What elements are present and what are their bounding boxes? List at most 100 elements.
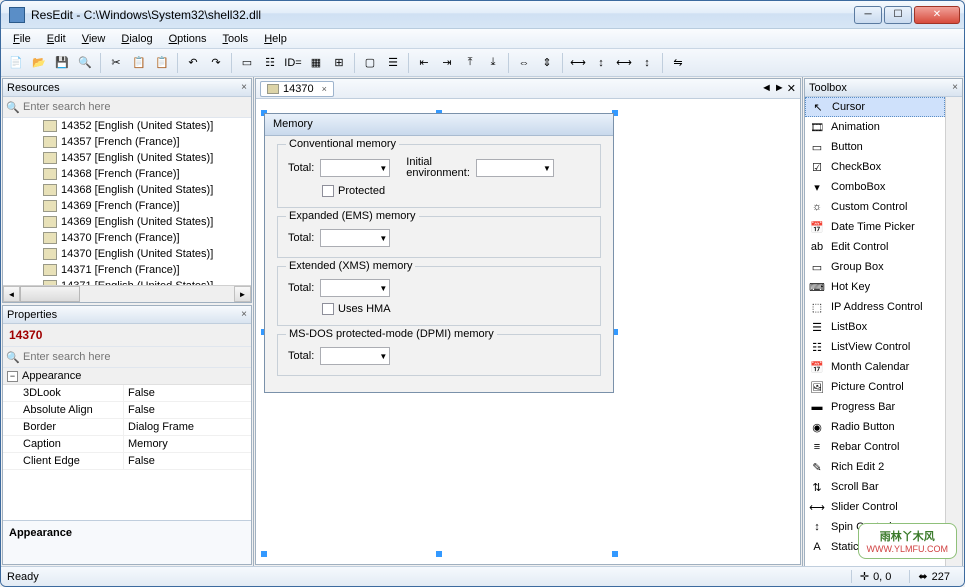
property-row[interactable]: Client EdgeFalse	[3, 453, 251, 470]
toolbox-item[interactable]: ↖Cursor	[805, 97, 945, 117]
save-button[interactable]: 💾	[51, 52, 73, 74]
menu-help[interactable]: Help	[256, 31, 295, 47]
dialog-canvas[interactable]: Memory Conventional memory Total: ▼ Init…	[256, 99, 800, 564]
properties-close-icon[interactable]: ×	[241, 309, 247, 320]
toolbox-item[interactable]: ⟷Slider Control	[805, 497, 945, 517]
align-button[interactable]: ☰	[382, 52, 404, 74]
new-button[interactable]: 📄	[5, 52, 27, 74]
menu-tools[interactable]: Tools	[215, 31, 257, 47]
toolbox-item[interactable]: ≡Rebar Control	[805, 437, 945, 457]
center-h-button[interactable]: ⇔	[513, 52, 535, 74]
toolbox-item[interactable]: ⌨Hot Key	[805, 277, 945, 297]
toolbox-scrollbar[interactable]	[945, 97, 962, 566]
initial-env-combo[interactable]: ▼	[476, 159, 554, 177]
protected-checkbox[interactable]: Protected	[322, 185, 590, 197]
toolbox-item[interactable]: abEdit Control	[805, 237, 945, 257]
align-right-button[interactable]: ⇥	[436, 52, 458, 74]
tab-prev-icon[interactable]: ◄	[761, 82, 772, 95]
redo-button[interactable]: ↷	[205, 52, 227, 74]
menu-edit[interactable]: Edit	[39, 31, 74, 47]
tab-next-icon[interactable]: ►	[774, 82, 785, 95]
tree-item[interactable]: 14371 [French (France)]	[3, 262, 251, 278]
uses-hma-checkbox[interactable]: Uses HMA	[322, 303, 590, 315]
toolbox-list[interactable]: ↖Cursor🎞Animation▭Button☑CheckBox▾ComboB…	[805, 97, 945, 566]
toolbox-item[interactable]: ☷ListView Control	[805, 337, 945, 357]
tab-order-button[interactable]: ☷	[259, 52, 281, 74]
preview-button[interactable]: 🔍	[74, 52, 96, 74]
open-button[interactable]: 📂	[28, 52, 50, 74]
toggle-grid-button[interactable]: ▦	[305, 52, 327, 74]
toolbox-item[interactable]: 🖼Picture Control	[805, 377, 945, 397]
tree-item[interactable]: 14368 [English (United States)]	[3, 182, 251, 198]
tool-icon: 📅	[809, 220, 825, 234]
tab-close-icon[interactable]: ×	[322, 84, 327, 94]
toolbox-item[interactable]: ✎Rich Edit 2	[805, 457, 945, 477]
xms-total-combo[interactable]: ▼	[320, 279, 390, 297]
dialog-preview[interactable]: Memory Conventional memory Total: ▼ Init…	[264, 113, 614, 393]
toolbox-item[interactable]: ▾ComboBox	[805, 177, 945, 197]
collapse-icon[interactable]: −	[7, 371, 18, 382]
maximize-button[interactable]: ☐	[884, 6, 912, 24]
property-row[interactable]: CaptionMemory	[3, 436, 251, 453]
paste-button[interactable]: 📋	[151, 52, 173, 74]
tree-item[interactable]: 14357 [English (United States)]	[3, 150, 251, 166]
toolbox-item[interactable]: ☑CheckBox	[805, 157, 945, 177]
total-combo[interactable]: ▼	[320, 159, 390, 177]
resource-tree[interactable]: 14352 [English (United States)]14357 [Fr…	[3, 118, 251, 285]
flip-button[interactable]: ⇋	[667, 52, 689, 74]
toolbox-close-icon[interactable]: ×	[952, 82, 958, 93]
tab-close-all-icon[interactable]: ✕	[787, 82, 796, 95]
copy-button[interactable]: 📋	[128, 52, 150, 74]
toolbox-item[interactable]: ☰ListBox	[805, 317, 945, 337]
tree-item[interactable]: 14369 [English (United States)]	[3, 214, 251, 230]
dpmi-total-combo[interactable]: ▼	[320, 347, 390, 365]
toolbox-item[interactable]: 📅Month Calendar	[805, 357, 945, 377]
tree-item[interactable]: 14369 [French (France)]	[3, 198, 251, 214]
resources-close-icon[interactable]: ×	[241, 82, 247, 93]
property-category[interactable]: − Appearance	[3, 368, 251, 385]
toolbox-item[interactable]: ☼Custom Control	[805, 197, 945, 217]
toolbox-item[interactable]: ▭Group Box	[805, 257, 945, 277]
space-v-button[interactable]: ↕	[590, 52, 612, 74]
toolbox-item[interactable]: ◉Radio Button	[805, 417, 945, 437]
property-grid[interactable]: − Appearance 3DLookFalseAbsolute AlignFa…	[3, 368, 251, 520]
toolbox-item[interactable]: 🎞Animation	[805, 117, 945, 137]
align-left-button[interactable]: ⇤	[413, 52, 435, 74]
toolbox-item[interactable]: ▬Progress Bar	[805, 397, 945, 417]
toolbox-item[interactable]: ⇅Scroll Bar	[805, 477, 945, 497]
space-h-button[interactable]: ⟷	[567, 52, 589, 74]
tree-item[interactable]: 14352 [English (United States)]	[3, 118, 251, 134]
property-row[interactable]: BorderDialog Frame	[3, 419, 251, 436]
menu-dialog[interactable]: Dialog	[113, 31, 160, 47]
menu-view[interactable]: View	[74, 31, 114, 47]
cut-button[interactable]: ✂	[105, 52, 127, 74]
toolbox-item[interactable]: ▭Button	[805, 137, 945, 157]
properties-search-input[interactable]	[23, 351, 249, 363]
toolbox-item[interactable]: ⬚IP Address Control	[805, 297, 945, 317]
undo-button[interactable]: ↶	[182, 52, 204, 74]
tree-item[interactable]: 14368 [French (France)]	[3, 166, 251, 182]
align-bottom-button[interactable]: ⤓	[482, 52, 504, 74]
resources-search-input[interactable]	[23, 101, 249, 113]
crop-icon[interactable]: ▢	[359, 52, 381, 74]
same-width-button[interactable]: ⟷	[613, 52, 635, 74]
menu-file[interactable]: File	[5, 31, 39, 47]
center-v-button[interactable]: ⇕	[536, 52, 558, 74]
editor-tab[interactable]: 14370 ×	[260, 81, 334, 97]
tree-item[interactable]: 14371 [English (United States)]	[3, 278, 251, 285]
menu-options[interactable]: Options	[161, 31, 215, 47]
tree-hscrollbar[interactable]: ◄►	[3, 285, 251, 302]
tree-item[interactable]: 14357 [French (France)]	[3, 134, 251, 150]
ems-total-combo[interactable]: ▼	[320, 229, 390, 247]
close-button[interactable]: ✕	[914, 6, 960, 24]
tree-item[interactable]: 14370 [French (France)]	[3, 230, 251, 246]
align-top-button[interactable]: ⤒	[459, 52, 481, 74]
test-dialog-button[interactable]: ▭	[236, 52, 258, 74]
property-row[interactable]: 3DLookFalse	[3, 385, 251, 402]
same-height-button[interactable]: ↕	[636, 52, 658, 74]
guides-button[interactable]: ⊞	[328, 52, 350, 74]
tree-item[interactable]: 14370 [English (United States)]	[3, 246, 251, 262]
property-row[interactable]: Absolute AlignFalse	[3, 402, 251, 419]
toolbox-item[interactable]: 📅Date Time Picker	[805, 217, 945, 237]
minimize-button[interactable]: ─	[854, 6, 882, 24]
